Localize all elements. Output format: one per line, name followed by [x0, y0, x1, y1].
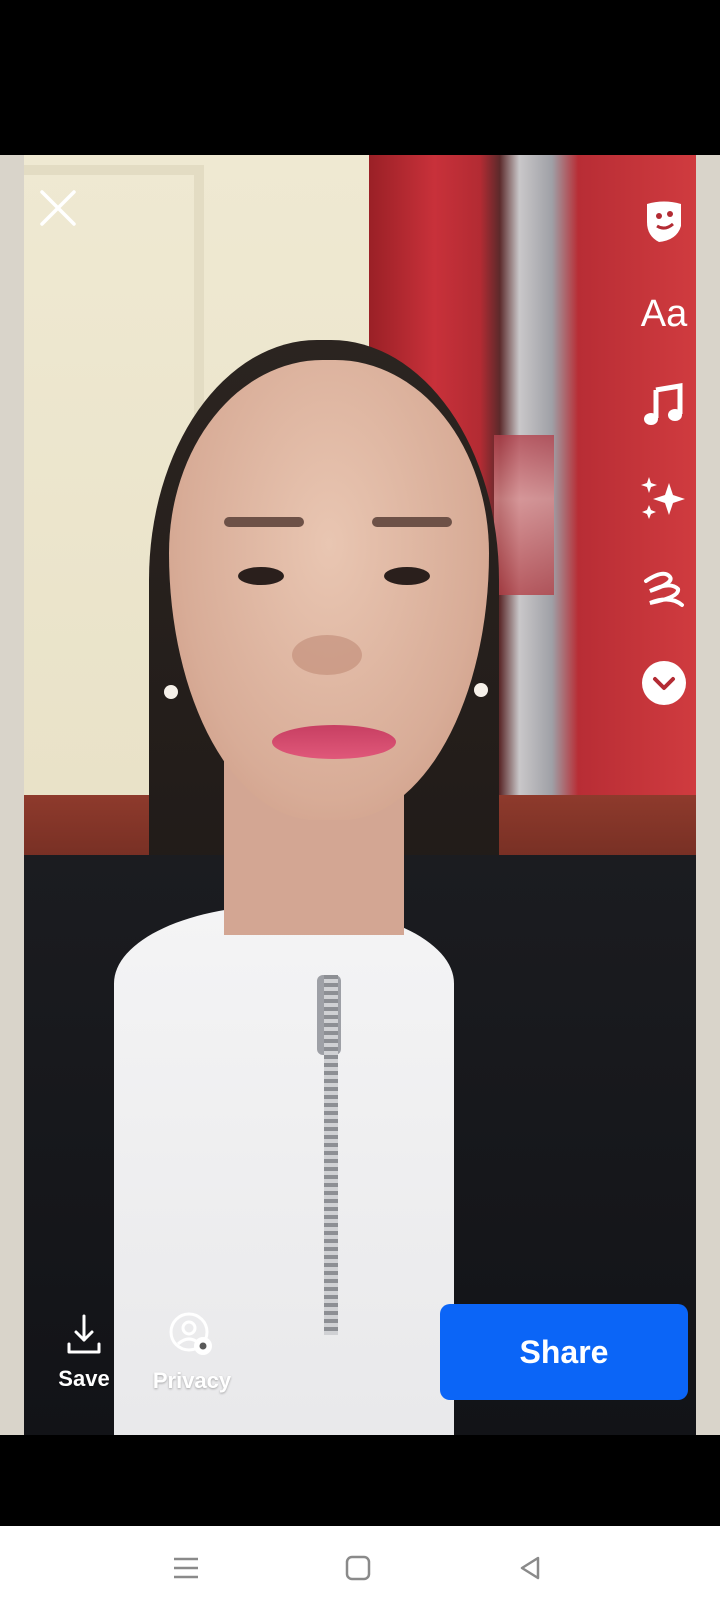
right-eye: [384, 567, 430, 585]
sticker-button[interactable]: [620, 190, 708, 252]
recent-apps-button[interactable]: [166, 1548, 206, 1588]
more-tools-button[interactable]: [620, 652, 708, 714]
nose: [292, 635, 362, 675]
more-chevron-down-icon: [642, 661, 686, 705]
save-button[interactable]: Save: [44, 1312, 124, 1392]
zipper: [324, 975, 338, 1335]
story-canvas: [0, 155, 720, 1435]
privacy-label: Privacy: [152, 1368, 232, 1393]
back-button[interactable]: [510, 1548, 550, 1588]
left-eyebrow: [224, 517, 304, 527]
bottom-action-bar: Save Privacy Share: [0, 1300, 720, 1420]
text-tool-label: Aa: [640, 292, 688, 335]
share-button[interactable]: Share: [440, 1304, 688, 1400]
right-eyebrow: [372, 517, 452, 527]
curtain-trim: [494, 435, 554, 595]
draw-button[interactable]: [620, 560, 708, 622]
right-earring: [474, 683, 488, 697]
back-triangle-icon: [520, 1556, 540, 1580]
home-square-icon: [345, 1555, 371, 1581]
text-tool-button[interactable]: Aa: [620, 283, 708, 345]
system-navigation-bar: [0, 1526, 720, 1612]
left-eye: [238, 567, 284, 585]
draw-squiggle-icon: [644, 571, 684, 607]
home-button[interactable]: [338, 1548, 378, 1588]
sticker-icon: [647, 201, 681, 242]
save-label: Save: [58, 1366, 110, 1391]
story-photo: [24, 155, 696, 1435]
left-earring: [164, 685, 178, 699]
privacy-settings-icon: [169, 1312, 212, 1355]
effects-button[interactable]: [620, 467, 708, 529]
menu-lines-icon: [174, 1557, 198, 1579]
close-icon: [40, 190, 76, 226]
close-button[interactable]: [36, 186, 80, 230]
download-icon: [67, 1314, 101, 1354]
lips: [272, 725, 396, 759]
effects-sparkle-icon: [641, 477, 685, 519]
music-note-icon: [644, 383, 683, 425]
privacy-button[interactable]: Privacy: [140, 1312, 244, 1394]
music-button[interactable]: [620, 375, 708, 437]
